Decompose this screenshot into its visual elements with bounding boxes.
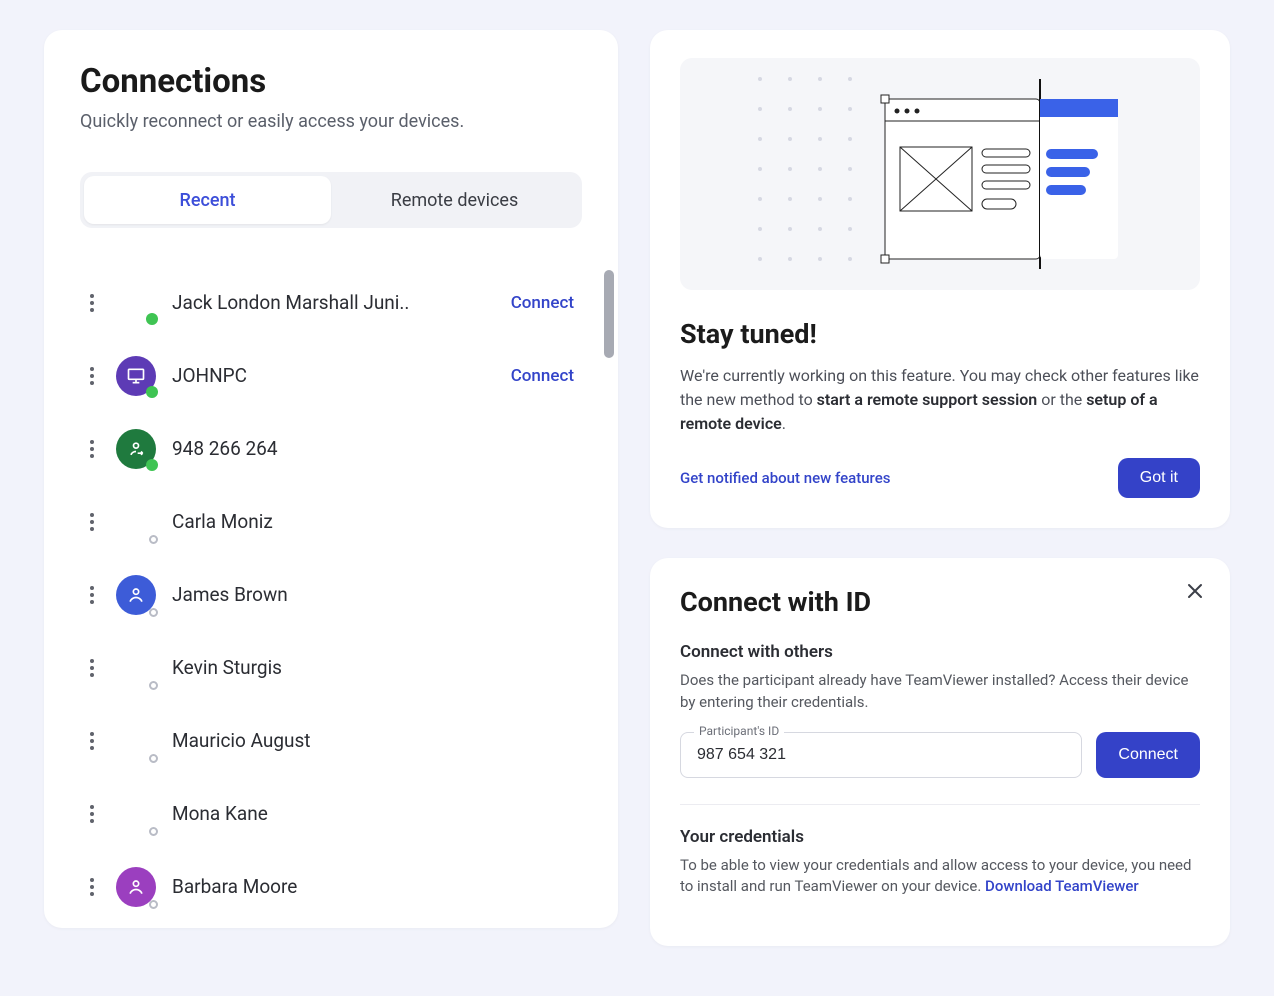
connection-row[interactable]: Barbara Moore — [80, 850, 582, 923]
avatar — [116, 429, 156, 469]
row-menu-icon[interactable] — [80, 513, 104, 531]
connect-link[interactable]: Connect — [511, 366, 582, 386]
row-menu-icon[interactable] — [80, 440, 104, 458]
connection-name: 948 266 264 — [172, 437, 582, 460]
connection-name: Mauricio August — [172, 729, 582, 752]
connection-row[interactable]: JOHNPC Connect — [80, 339, 582, 412]
connection-row[interactable]: Carla Moniz — [80, 485, 582, 558]
status-online-icon — [146, 459, 158, 471]
connection-row[interactable]: Kevin Sturgis — [80, 631, 582, 704]
connection-name: Barbara Moore — [172, 875, 582, 898]
feature-title: Stay tuned! — [680, 318, 1200, 350]
tab-remote-devices[interactable]: Remote devices — [331, 176, 578, 224]
connections-subtitle: Quickly reconnect or easily access your … — [80, 111, 582, 132]
connect-button[interactable]: Connect — [1096, 732, 1200, 778]
download-teamviewer-link[interactable]: Download TeamViewer — [985, 877, 1139, 895]
feature-body: We're currently working on this feature.… — [680, 364, 1200, 436]
connections-panel: Connections Quickly reconnect or easily … — [44, 30, 618, 928]
status-offline-icon — [149, 535, 158, 544]
status-online-icon — [146, 313, 158, 325]
your-credentials-heading: Your credentials — [680, 827, 1200, 847]
connections-tabs: Recent Remote devices — [80, 172, 582, 228]
participant-id-input[interactable] — [680, 732, 1082, 778]
avatar — [116, 502, 156, 542]
connection-row[interactable]: Mauricio August — [80, 704, 582, 777]
feature-illustration — [680, 58, 1200, 290]
tab-recent[interactable]: Recent — [84, 176, 331, 224]
avatar — [116, 721, 156, 761]
status-offline-icon — [149, 754, 158, 763]
connect-others-desc: Does the participant already have TeamVi… — [680, 670, 1200, 714]
connection-name: Kevin Sturgis — [172, 656, 582, 679]
row-menu-icon[interactable] — [80, 586, 104, 604]
connection-row[interactable]: Jack London Marshall Juni.. Connect — [80, 266, 582, 339]
notify-link[interactable]: Get notified about new features — [680, 469, 890, 487]
connections-list: Jack London Marshall Juni.. Connect JOHN… — [44, 266, 618, 928]
status-offline-icon — [149, 900, 158, 909]
connection-name: Carla Moniz — [172, 510, 582, 533]
status-offline-icon — [149, 608, 158, 617]
participant-id-label: Participant's ID — [694, 724, 784, 738]
close-icon[interactable] — [1186, 582, 1204, 604]
connection-name: JOHNPC — [172, 364, 511, 387]
connection-name: Jack London Marshall Juni.. — [172, 291, 511, 314]
got-it-button[interactable]: Got it — [1118, 458, 1200, 498]
connection-row[interactable]: Mona Kane — [80, 777, 582, 850]
connection-name: James Brown — [172, 583, 582, 606]
row-menu-icon[interactable] — [80, 367, 104, 385]
avatar — [116, 648, 156, 688]
avatar — [116, 575, 156, 615]
connection-row[interactable]: James Brown — [80, 558, 582, 631]
divider — [680, 804, 1200, 805]
avatar — [116, 867, 156, 907]
connect-with-id-card: Connect with ID Connect with others Does… — [650, 558, 1230, 946]
scrollbar-thumb[interactable] — [604, 270, 614, 358]
connect-link[interactable]: Connect — [511, 293, 582, 313]
connection-row[interactable]: 948 266 264 — [80, 412, 582, 485]
your-credentials-desc: To be able to view your credentials and … — [680, 855, 1200, 899]
status-online-icon — [146, 386, 158, 398]
row-menu-icon[interactable] — [80, 732, 104, 750]
row-menu-icon[interactable] — [80, 294, 104, 312]
avatar — [116, 356, 156, 396]
row-menu-icon[interactable] — [80, 659, 104, 677]
row-menu-icon[interactable] — [80, 805, 104, 823]
avatar — [116, 794, 156, 834]
connect-id-title: Connect with ID — [680, 586, 1200, 618]
connection-name: Mona Kane — [172, 802, 582, 825]
feature-teaser-card: Stay tuned! We're currently working on t… — [650, 30, 1230, 528]
status-offline-icon — [149, 681, 158, 690]
row-menu-icon[interactable] — [80, 878, 104, 896]
status-offline-icon — [149, 827, 158, 836]
connect-others-heading: Connect with others — [680, 642, 1200, 662]
avatar — [116, 283, 156, 323]
connections-title: Connections — [80, 62, 582, 101]
